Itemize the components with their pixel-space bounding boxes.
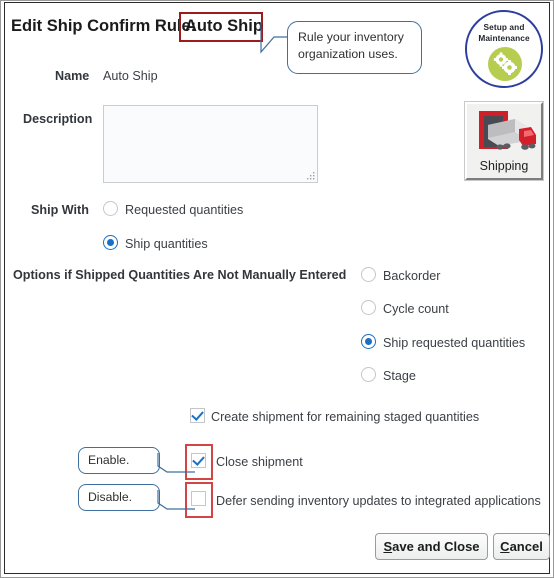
radio-label-ship-requested-quantities: Ship requested quantities bbox=[383, 336, 526, 350]
badge-label-line1: Setup and bbox=[483, 22, 525, 32]
radio-label-cycle-count: Cycle count bbox=[383, 302, 449, 316]
truck-dock-icon bbox=[479, 111, 536, 150]
name-label: Name bbox=[55, 69, 90, 83]
checkbox-close-shipment[interactable] bbox=[191, 453, 206, 468]
description-label: Description bbox=[23, 112, 93, 126]
page-content: Edit Ship Confirm Rule: Auto Ship Rule y… bbox=[5, 3, 550, 573]
save-label-rest: ave and Close bbox=[392, 539, 480, 554]
callout-disable: Disable. bbox=[78, 484, 160, 511]
radio-stage[interactable] bbox=[361, 367, 376, 382]
shipping-tile[interactable]: Shipping bbox=[465, 102, 543, 180]
checkbox-label-create-shipment: Create shipment for remaining staged qua… bbox=[211, 410, 480, 424]
shipping-tile-label: Shipping bbox=[479, 159, 529, 173]
callout-title-note: Rule your inventory organization uses. bbox=[287, 21, 422, 74]
save-and-close-button[interactable]: Save and Close bbox=[375, 533, 488, 560]
resize-handle-icon[interactable] bbox=[307, 172, 315, 180]
page-title: Edit Ship Confirm Rule: bbox=[11, 17, 197, 35]
page-title-value: Auto Ship bbox=[185, 17, 263, 35]
radio-label-stage: Stage bbox=[383, 369, 416, 383]
setup-and-maintenance-badge[interactable]: Setup and Maintenance bbox=[463, 7, 545, 91]
cancel-accelerator: C bbox=[500, 539, 510, 554]
callout-enable: Enable. bbox=[78, 447, 160, 474]
radio-cycle-count[interactable] bbox=[361, 300, 376, 315]
radio-requested-quantities[interactable] bbox=[103, 201, 118, 216]
checkbox-defer-sending[interactable] bbox=[191, 491, 206, 506]
gears-icon bbox=[488, 47, 522, 81]
radio-ship-quantities[interactable] bbox=[103, 235, 118, 250]
ship-with-label: Ship With bbox=[31, 203, 89, 217]
radio-label-requested-quantities: Requested quantities bbox=[125, 203, 244, 217]
checkbox-label-close-shipment: Close shipment bbox=[216, 455, 303, 469]
badge-label: Setup and Maintenance bbox=[463, 22, 545, 43]
radio-ship-requested-quantities[interactable] bbox=[361, 334, 376, 349]
radio-backorder[interactable] bbox=[361, 267, 376, 282]
checkbox-create-shipment[interactable] bbox=[190, 408, 205, 423]
cancel-button[interactable]: Cancel bbox=[493, 533, 550, 560]
radio-label-ship-quantities: Ship quantities bbox=[125, 237, 208, 251]
save-accelerator: S bbox=[383, 539, 393, 554]
description-input[interactable] bbox=[103, 105, 318, 183]
badge-label-line2: Maintenance bbox=[478, 32, 530, 43]
cancel-label-rest: ancel bbox=[509, 539, 543, 554]
radio-label-backorder: Backorder bbox=[383, 269, 441, 283]
ship-confirm-rule-screenshot: Edit Ship Confirm Rule: Auto Ship Rule y… bbox=[0, 0, 554, 578]
options-label: Options if Shipped Quantities Are Not Ma… bbox=[13, 268, 347, 282]
checkbox-label-defer-sending: Defer sending inventory updates to integ… bbox=[216, 494, 541, 508]
name-value: Auto Ship bbox=[103, 69, 158, 83]
